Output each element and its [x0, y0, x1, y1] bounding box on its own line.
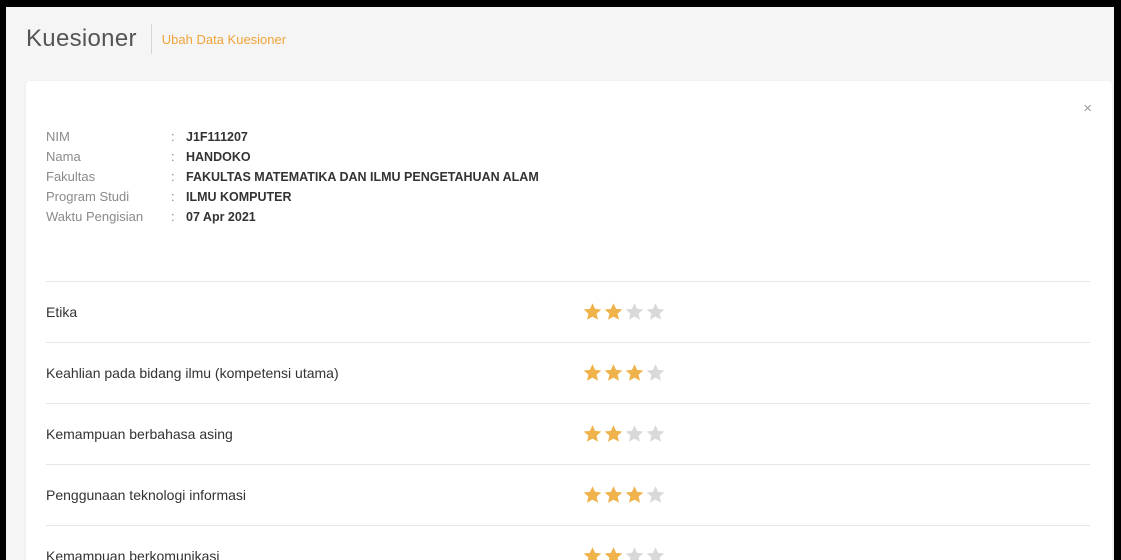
rating-row-etika: Etika [46, 282, 1090, 343]
star-rating [582, 363, 666, 383]
star-filled-icon [583, 425, 602, 442]
star-empty-icon [646, 486, 665, 503]
rating-label: Kemampuan berbahasa asing [46, 426, 233, 442]
info-row-program-studi: Program Studi : ILMU KOMPUTER [46, 188, 539, 206]
star-rating [582, 546, 666, 560]
info-row-nama: Nama : HANDOKO [46, 148, 539, 166]
star-empty-icon [625, 547, 644, 560]
rating-row-teknologi-informasi: Penggunaan teknologi informasi [46, 465, 1090, 526]
star-filled-icon [625, 364, 644, 381]
star-filled-icon [583, 486, 602, 503]
star-empty-icon [646, 364, 665, 381]
star-empty-icon [646, 547, 665, 560]
info-row-waktu-pengisian: Waktu Pengisian : 07 Apr 2021 [46, 208, 539, 226]
star-filled-icon [583, 547, 602, 560]
info-value: J1F111207 [186, 130, 248, 144]
info-separator: : [171, 129, 175, 144]
star-empty-icon [646, 303, 665, 320]
info-value: ILMU KOMPUTER [186, 190, 292, 204]
star-filled-icon [583, 364, 602, 381]
app-frame: Kuesioner Ubah Data Kuesioner × NIM : J1… [6, 7, 1114, 560]
star-rating [582, 485, 666, 505]
star-empty-icon [646, 425, 665, 442]
info-separator: : [171, 209, 175, 224]
rating-label: Etika [46, 304, 78, 320]
questionnaire-card: × NIM : J1F111207 Nama : HANDOKO Fakulta… [26, 81, 1112, 560]
star-rating [582, 424, 666, 444]
page-header: Kuesioner Ubah Data Kuesioner [6, 7, 1114, 71]
star-empty-icon [625, 425, 644, 442]
info-row-nim: NIM : J1F111207 [46, 128, 539, 146]
info-separator: : [171, 149, 175, 164]
close-icon[interactable]: × [1083, 101, 1092, 116]
rating-label: Keahlian pada bidang ilmu (kompetensi ut… [46, 365, 339, 381]
header-divider [150, 24, 152, 54]
rating-label: Penggunaan teknologi informasi [46, 487, 247, 503]
star-filled-icon [604, 547, 623, 560]
star-filled-icon [583, 303, 602, 320]
rating-row-keahlian: Keahlian pada bidang ilmu (kompetensi ut… [46, 343, 1090, 404]
star-filled-icon [604, 486, 623, 503]
star-filled-icon [625, 486, 644, 503]
rating-row-berkomunikasi: Kemampuan berkomunikasi [46, 526, 1090, 560]
star-filled-icon [604, 303, 623, 320]
info-label: Nama [46, 149, 81, 164]
info-label: Program Studi [46, 189, 130, 204]
page-title: Kuesioner [26, 25, 137, 52]
info-value: 07 Apr 2021 [186, 210, 256, 224]
rating-label: Kemampuan berkomunikasi [46, 548, 220, 560]
rating-row-bahasa-asing: Kemampuan berbahasa asing [46, 404, 1090, 465]
edit-questionnaire-link[interactable]: Ubah Data Kuesioner [162, 32, 286, 47]
info-separator: : [171, 189, 175, 204]
info-label: NIM [46, 129, 70, 144]
student-info: NIM : J1F111207 Nama : HANDOKO Fakultas … [46, 128, 539, 228]
info-row-fakultas: Fakultas : FAKULTAS MATEMATIKA DAN ILMU … [46, 168, 539, 186]
info-value: FAKULTAS MATEMATIKA DAN ILMU PENGETAHUAN… [186, 170, 539, 184]
info-label: Fakultas [46, 169, 96, 184]
info-value: HANDOKO [186, 150, 251, 164]
star-filled-icon [604, 425, 623, 442]
star-rating [582, 302, 666, 322]
star-empty-icon [625, 303, 644, 320]
rating-list: Etika Keahlian pada bidang ilmu (kompete… [46, 281, 1090, 560]
info-separator: : [171, 169, 175, 184]
info-label: Waktu Pengisian [46, 209, 144, 224]
star-filled-icon [604, 364, 623, 381]
